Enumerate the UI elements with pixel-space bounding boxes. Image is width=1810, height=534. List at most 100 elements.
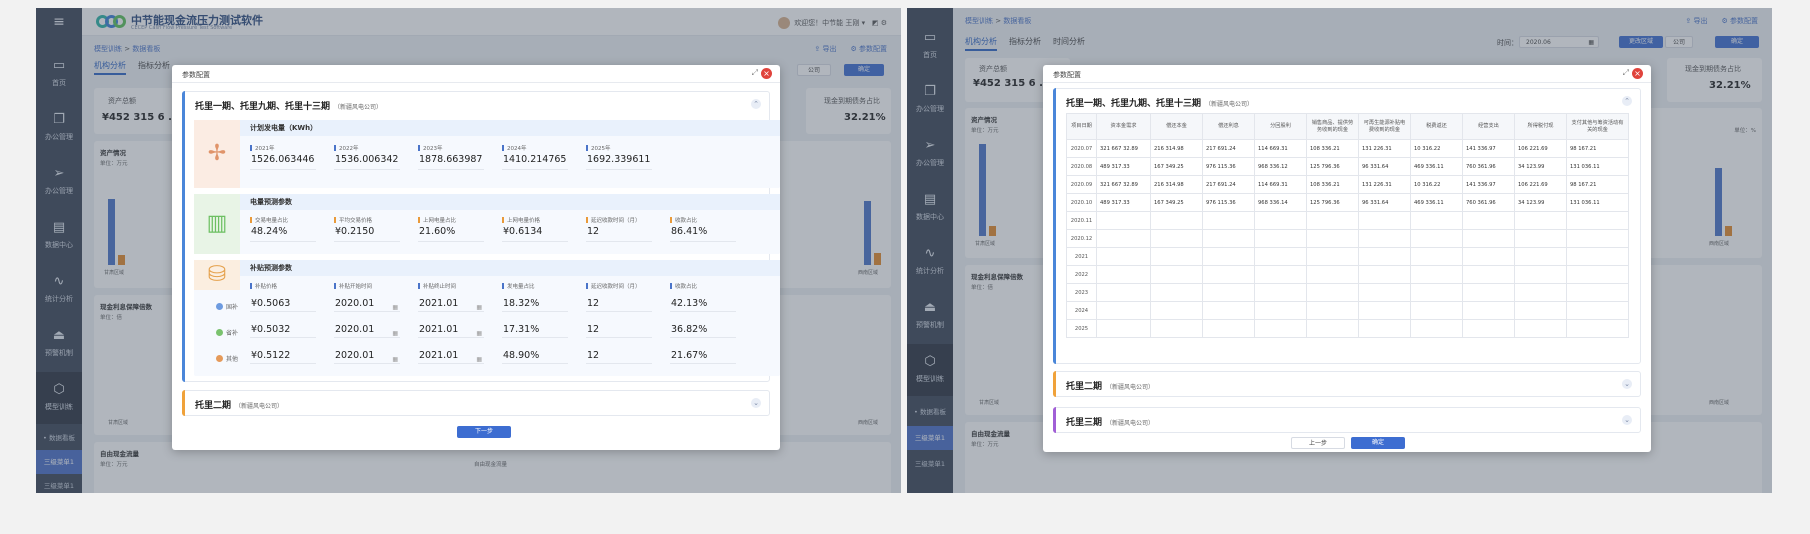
table-cell[interactable] (1306, 265, 1359, 284)
table-cell[interactable]: 141 336.97 (1462, 175, 1515, 194)
chevron-down-icon[interactable]: ⌄ (1622, 379, 1632, 389)
table-cell[interactable]: 968 336.14 (1254, 193, 1307, 212)
chevron-down-icon[interactable]: ⌄ (751, 398, 761, 408)
table-cell[interactable] (1254, 247, 1307, 266)
table-cell[interactable] (1096, 283, 1151, 302)
table-cell[interactable] (1462, 247, 1515, 266)
table-cell[interactable] (1202, 283, 1255, 302)
close-icon[interactable]: × (1632, 68, 1643, 79)
close-icon[interactable]: × (761, 68, 772, 79)
table-cell[interactable] (1566, 283, 1629, 302)
table-cell[interactable] (1150, 211, 1203, 230)
table-cell[interactable] (1358, 247, 1411, 266)
input-price[interactable]: ¥0.5063 (250, 290, 316, 312)
table-cell[interactable] (1514, 229, 1567, 248)
table-cell[interactable] (1096, 265, 1151, 284)
chevron-up-icon[interactable]: ⌃ (1622, 96, 1632, 106)
table-cell[interactable] (1514, 301, 1567, 320)
table-cell[interactable] (1358, 283, 1411, 302)
field-2025[interactable]: 2025年 1692.339611 (586, 142, 652, 170)
table-cell[interactable] (1306, 247, 1359, 266)
table-cell[interactable] (1306, 229, 1359, 248)
table-cell[interactable] (1410, 283, 1463, 302)
date-start[interactable]: 2020.01 ▦ (334, 342, 400, 364)
table-cell[interactable] (1566, 265, 1629, 284)
field-avg-trade-price[interactable]: 平均交易价格 ¥0.2150 (334, 214, 400, 242)
table-cell[interactable]: 131 036.11 (1566, 157, 1629, 176)
table-cell[interactable]: 98 167.21 (1566, 139, 1629, 158)
table-cell[interactable]: 321 667 32.89 (1096, 175, 1151, 194)
table-cell[interactable]: 108 336.21 (1306, 175, 1359, 194)
table-cell[interactable]: 96 331.64 (1358, 157, 1411, 176)
table-cell[interactable]: 216 314.98 (1150, 175, 1203, 194)
table-cell[interactable]: 216 314.98 (1150, 139, 1203, 158)
table-cell[interactable] (1096, 229, 1151, 248)
field-grid-ratio[interactable]: 上网电量占比 21.60% (418, 214, 484, 242)
table-cell[interactable] (1514, 283, 1567, 302)
table-cell[interactable]: 489 317.33 (1096, 193, 1151, 212)
table-cell[interactable] (1254, 229, 1307, 248)
table-cell[interactable]: 167 349.25 (1150, 157, 1203, 176)
table-cell[interactable]: 760 361.96 (1462, 157, 1515, 176)
input-gen-ratio[interactable]: 48.90% (502, 342, 568, 364)
table-cell[interactable] (1462, 229, 1515, 248)
table-cell[interactable]: 141 336.97 (1462, 139, 1515, 158)
table-cell[interactable]: 125 796.36 (1306, 157, 1359, 176)
table-cell[interactable] (1202, 319, 1255, 338)
table-cell[interactable]: 217 691.24 (1202, 175, 1255, 194)
project-panel-2[interactable]: 托里二期 （新疆风电公司） ⌄ (182, 390, 770, 416)
field-2021[interactable]: 2021年 1526.063446 (250, 142, 316, 170)
confirm-modal-button[interactable]: 确定 (1351, 437, 1405, 449)
table-cell[interactable] (1462, 319, 1515, 338)
field-collection-ratio[interactable]: 收款占比 86.41% (670, 214, 736, 242)
table-cell[interactable]: 106 221.69 (1514, 175, 1567, 194)
input-gen-ratio[interactable]: 17.31% (502, 316, 568, 338)
table-cell[interactable] (1306, 211, 1359, 230)
table-cell[interactable]: 968 336.12 (1254, 157, 1307, 176)
input-collect[interactable]: 36.82% (670, 316, 736, 338)
table-cell[interactable]: 469 336.11 (1410, 157, 1463, 176)
prev-step-button[interactable]: 上一步 (1291, 437, 1345, 449)
table-cell[interactable] (1410, 265, 1463, 284)
table-cell[interactable] (1410, 211, 1463, 230)
table-cell[interactable] (1566, 319, 1629, 338)
expand-icon[interactable]: ⤢ (752, 68, 758, 78)
table-cell[interactable] (1254, 283, 1307, 302)
input-collect[interactable]: 21.67% (670, 342, 736, 364)
table-cell[interactable] (1150, 319, 1203, 338)
table-cell[interactable]: 96 331.64 (1358, 193, 1411, 212)
input-delay[interactable]: 12 (586, 290, 652, 312)
table-cell[interactable] (1566, 247, 1629, 266)
table-cell[interactable] (1462, 283, 1515, 302)
table-cell[interactable] (1202, 265, 1255, 284)
table-cell[interactable] (1410, 319, 1463, 338)
table-cell[interactable] (1462, 211, 1515, 230)
table-cell[interactable] (1358, 301, 1411, 320)
project-panel-2[interactable]: 托里二期 （新疆风电公司） ⌄ (1053, 371, 1641, 397)
table-cell[interactable] (1566, 211, 1629, 230)
table-cell[interactable] (1096, 247, 1151, 266)
table-cell[interactable] (1202, 211, 1255, 230)
field-2024[interactable]: 2024年 1410.214765 (502, 142, 568, 170)
table-cell[interactable] (1096, 319, 1151, 338)
field-payment-delay[interactable]: 延迟收款时间（月） 12 (586, 214, 652, 242)
table-cell[interactable]: 114 669.31 (1254, 175, 1307, 194)
table-cell[interactable] (1358, 319, 1411, 338)
table-cell[interactable]: 131 226.31 (1358, 139, 1411, 158)
table-cell[interactable]: 167 349.25 (1150, 193, 1203, 212)
table-cell[interactable] (1410, 229, 1463, 248)
table-cell[interactable]: 131 036.11 (1566, 193, 1629, 212)
table-cell[interactable] (1358, 265, 1411, 284)
table-cell[interactable] (1514, 211, 1567, 230)
table-cell[interactable] (1566, 229, 1629, 248)
table-cell[interactable] (1514, 247, 1567, 266)
table-cell[interactable]: 34 123.99 (1514, 193, 1567, 212)
table-cell[interactable]: 469 336.11 (1410, 193, 1463, 212)
table-cell[interactable] (1150, 301, 1203, 320)
table-cell[interactable]: 34 123.99 (1514, 157, 1567, 176)
input-price[interactable]: ¥0.5032 (250, 316, 316, 338)
table-cell[interactable]: 125 796.36 (1306, 193, 1359, 212)
table-cell[interactable] (1306, 301, 1359, 320)
field-2022[interactable]: 2022年 1536.006342 (334, 142, 400, 170)
input-collect[interactable]: 42.13% (670, 290, 736, 312)
